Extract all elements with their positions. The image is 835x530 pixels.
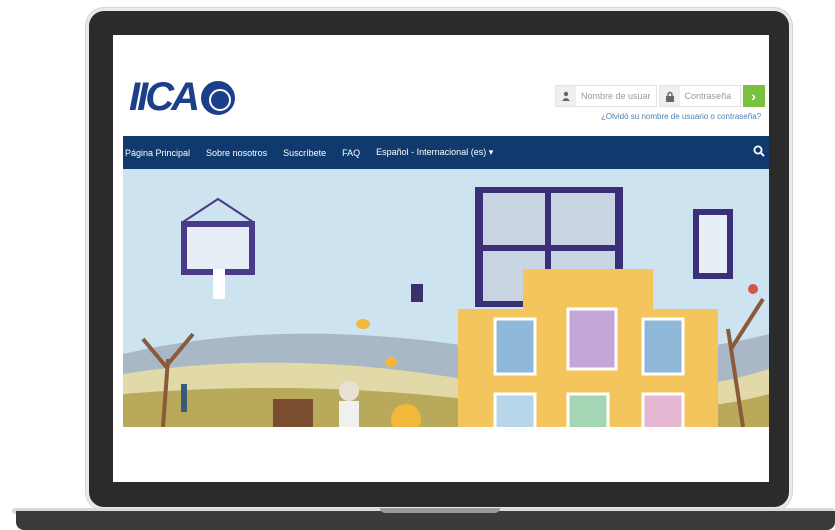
browser-screen: IICA Nombre de usuar Contraseña › ¿Olvid… <box>113 35 769 482</box>
login-form: Nombre de usuar Contraseña › <box>555 85 765 107</box>
globe-icon <box>201 80 235 115</box>
nav-item-about[interactable]: Sobre nosotros <box>198 148 275 158</box>
nav-item-faq[interactable]: FAQ <box>334 148 368 158</box>
username-field[interactable]: Nombre de usuar <box>555 85 657 107</box>
main-navigation: Página Principal Sobre nosotros Suscríbe… <box>123 136 769 169</box>
user-icon <box>556 86 576 106</box>
username-placeholder: Nombre de usuar <box>581 91 651 101</box>
logo-text: IICA <box>129 75 200 119</box>
login-submit-button[interactable]: › <box>742 85 765 107</box>
password-field[interactable]: Contraseña <box>658 85 741 107</box>
hero-artwork <box>123 169 769 427</box>
laptop-base <box>16 511 835 530</box>
site-logo[interactable]: IICA <box>129 75 235 120</box>
chevron-right-icon: › <box>751 88 756 104</box>
hero-illustration <box>123 169 769 427</box>
nav-item-subscribe[interactable]: Suscríbete <box>275 148 334 158</box>
password-placeholder: Contraseña <box>684 91 732 101</box>
forgot-credentials-link[interactable]: ¿Olvidó su nombre de usuario o contraseñ… <box>601 112 761 121</box>
laptop-notch <box>380 508 500 513</box>
lock-icon <box>659 86 680 106</box>
nav-item-home[interactable]: Página Principal <box>123 148 198 158</box>
search-icon[interactable] <box>753 145 765 160</box>
nav-item-language[interactable]: Español - Internacional (es) ▾ <box>368 147 501 158</box>
